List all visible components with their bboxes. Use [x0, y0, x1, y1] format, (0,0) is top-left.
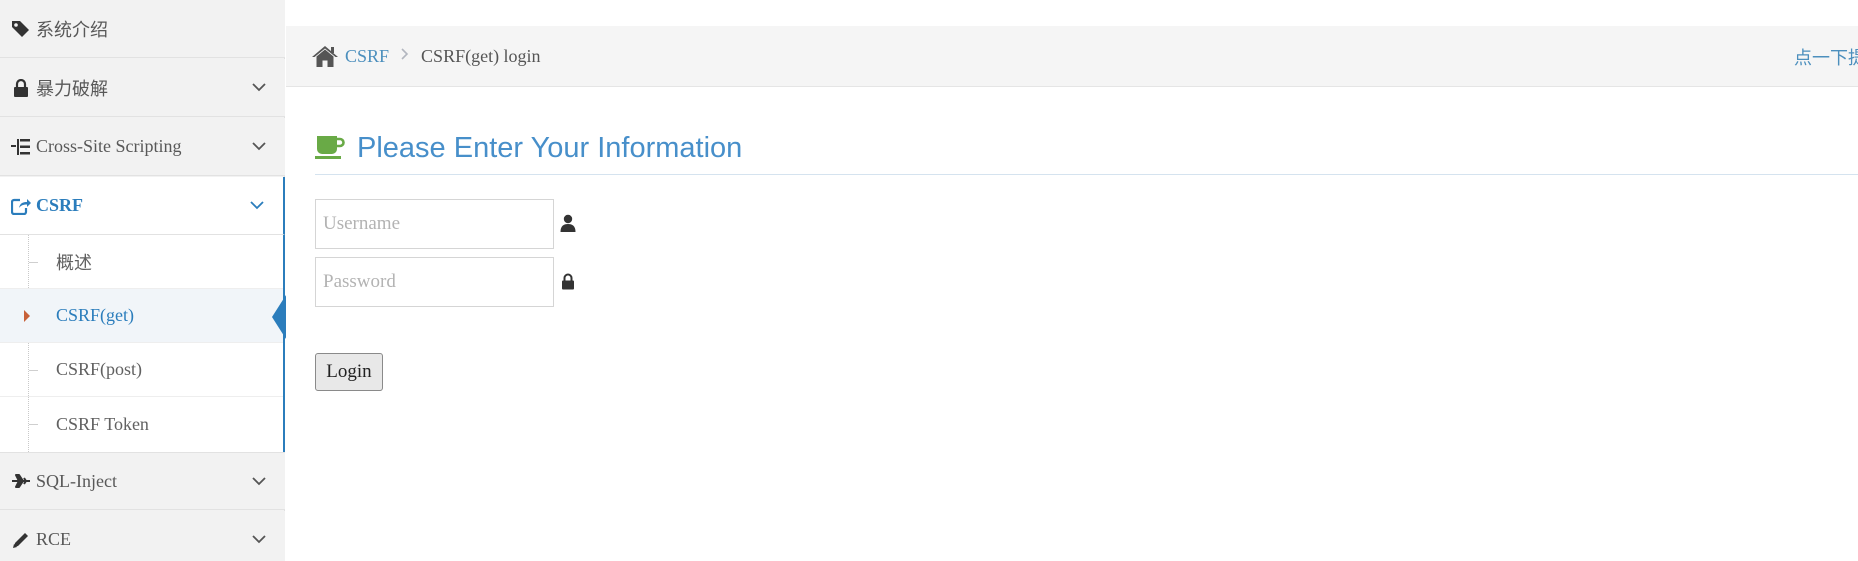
sidebar-item-label: SQL-Inject [36, 470, 117, 491]
sidebar-item-brute-force[interactable]: 暴力破解 [0, 59, 285, 117]
chevron-down-icon [251, 473, 267, 489]
user-icon [559, 213, 577, 233]
tree-connector [29, 424, 38, 425]
lock-icon [10, 77, 32, 99]
sidebar-item-label: RCE [36, 529, 72, 549]
sidebar-item-sql-inject[interactable]: SQL-Inject [0, 452, 285, 510]
breadcrumb-current: CSRF(get) login [421, 45, 541, 66]
sidebar-item-csrf[interactable]: CSRF [0, 177, 285, 235]
page-header: Please Enter Your Information [315, 122, 1858, 175]
page-title: Please Enter Your Information [357, 131, 743, 164]
sidebar-subitem-csrf-post[interactable]: CSRF(post) [0, 343, 283, 397]
tree-connector [29, 369, 38, 371]
sidebar-item-system-intro[interactable]: 系统介绍 [0, 0, 285, 58]
sidebar-item-label: 系统介绍 [36, 19, 108, 40]
username-input[interactable] [315, 199, 554, 249]
sidebar-subitem-label: 概述 [56, 252, 92, 273]
plane-icon [10, 470, 32, 492]
breadcrumb-link-csrf[interactable]: CSRF [345, 46, 389, 67]
chevron-down-icon [251, 139, 267, 155]
sidebar-subitem-label: CSRF Token [56, 413, 149, 434]
tree-connector [29, 261, 38, 263]
coffee-icon [315, 134, 345, 162]
sidebar: 系统介绍 暴力破解 Cross-Site Scripting CSRF 概述 C… [0, 0, 285, 561]
hint-link[interactable]: 点一下提示~ [1794, 26, 1858, 87]
home-icon[interactable] [311, 44, 339, 68]
chevron-right-icon [401, 47, 409, 65]
share-square-icon [10, 195, 32, 217]
chevron-down-icon [249, 198, 265, 214]
caret-right-icon [24, 309, 30, 322]
sidebar-subitem-label: CSRF(post) [56, 359, 143, 379]
app-root: 系统介绍 暴力破解 Cross-Site Scripting CSRF 概述 C… [0, 0, 1858, 561]
chevron-down-icon [251, 532, 267, 548]
username-row [315, 199, 577, 249]
password-row [315, 257, 575, 307]
breadcrumb: CSRF CSRF(get) login 点一下提示~ [286, 26, 1858, 87]
login-button[interactable]: Login [315, 353, 383, 391]
sidebar-subitem-csrf-get[interactable]: CSRF(get) [0, 289, 283, 343]
tags-icon [10, 18, 32, 40]
csrf-submenu: 概述 CSRF(get) CSRF(post) CSRF Token [0, 235, 285, 452]
password-input[interactable] [315, 257, 554, 307]
sidebar-item-label: CSRF [36, 195, 84, 215]
lock-icon [559, 271, 577, 291]
chevron-down-icon [251, 80, 267, 96]
sidebar-item-label: Cross-Site Scripting [36, 136, 182, 156]
list-tree-icon [10, 136, 32, 158]
sidebar-item-rce[interactable]: RCE [0, 511, 285, 561]
sidebar-item-label: 暴力破解 [36, 78, 108, 99]
pencil-icon [10, 529, 32, 551]
sidebar-subitem-csrf-token[interactable]: CSRF Token [0, 397, 283, 451]
sidebar-subitem-label: CSRF(get) [56, 305, 135, 325]
active-item-pointer [272, 295, 286, 339]
sidebar-item-xss[interactable]: Cross-Site Scripting [0, 118, 285, 176]
sidebar-subitem-overview[interactable]: 概述 [0, 235, 283, 289]
